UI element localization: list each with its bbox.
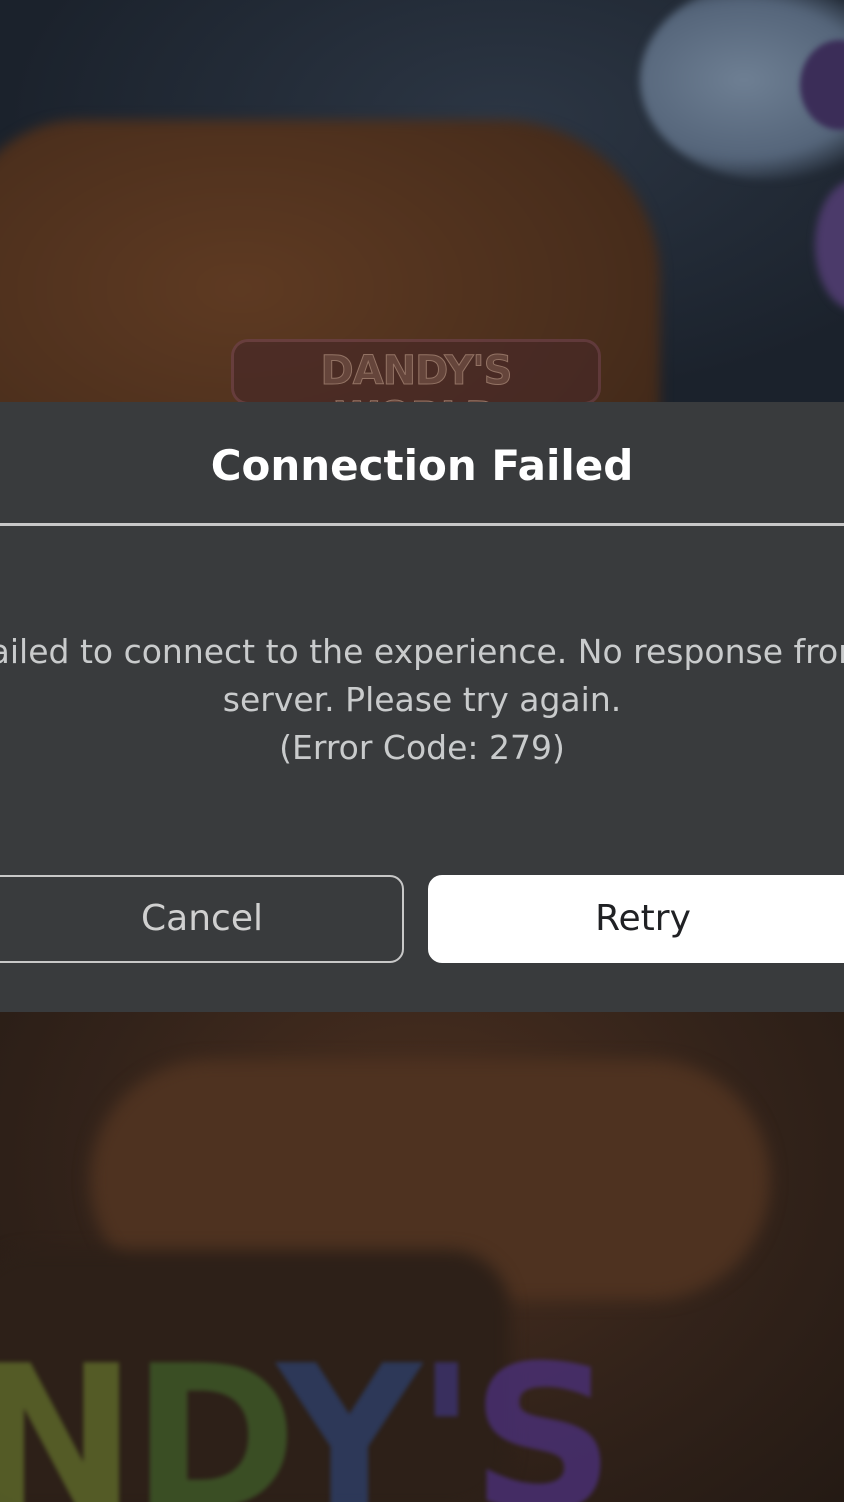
- background-title-letters: NDY'S: [0, 1340, 844, 1502]
- dialog-message: Failed to connect to the experience. No …: [0, 628, 844, 772]
- background-letter: Y: [276, 1323, 422, 1502]
- screen: DANDY'S WORLD NDY'S Connection Failed Fa…: [0, 0, 844, 1502]
- dialog-message-line: Failed to connect to the experience. No …: [0, 632, 844, 671]
- dialog-divider: [0, 523, 844, 526]
- retry-button[interactable]: Retry: [428, 875, 844, 963]
- background-letter: ': [415, 1323, 477, 1502]
- dialog-title: Connection Failed: [210, 441, 634, 490]
- dialog-message-line: server. Please try again.: [222, 680, 622, 719]
- cancel-button-label: Cancel: [141, 898, 263, 939]
- cancel-button[interactable]: Cancel: [0, 875, 404, 963]
- game-logo-text: DANDY'S WORLD: [320, 348, 513, 403]
- retry-button-label: Retry: [595, 898, 691, 939]
- error-code-text: (Error Code: 279): [279, 728, 565, 767]
- background-letter: N: [0, 1323, 137, 1502]
- connection-failed-dialog: Connection Failed Failed to connect to t…: [0, 402, 844, 1012]
- game-logo: DANDY'S WORLD: [234, 342, 598, 402]
- background-letter: D: [131, 1323, 282, 1502]
- background-letter: S: [470, 1323, 615, 1502]
